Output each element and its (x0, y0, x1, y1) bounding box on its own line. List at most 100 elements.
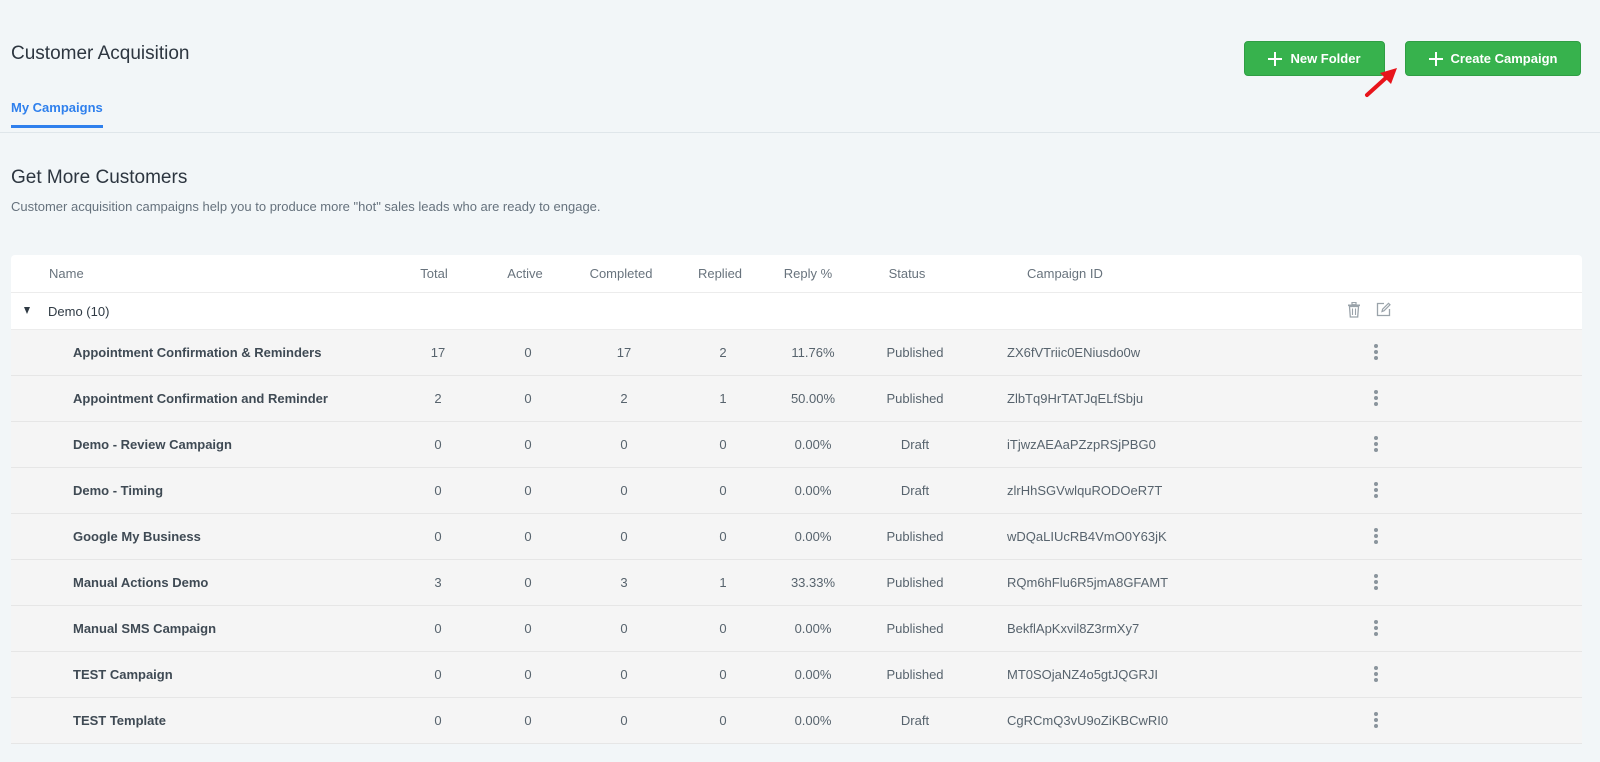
cell-completed: 0 (620, 437, 628, 452)
cell-replied: 1 (719, 391, 727, 406)
table-row[interactable]: Appointment Confirmation and Reminder 2 … (11, 376, 1582, 422)
campaign-name[interactable]: Manual Actions Demo (73, 575, 208, 590)
more-vertical-icon[interactable] (1372, 666, 1380, 684)
cell-status: Published (886, 667, 944, 682)
plus-icon (1428, 51, 1443, 66)
campaign-name[interactable]: TEST Campaign (73, 667, 173, 682)
tab-my-campaigns[interactable]: My Campaigns (11, 100, 103, 128)
cell-replied: 0 (719, 437, 727, 452)
cell-campaign-id: ZlbTq9HrTATJqELfSbju (1007, 391, 1144, 406)
caret-down-icon[interactable] (24, 307, 30, 314)
table-row[interactable]: Google My Business 0 0 0 0 0.00% Publish… (11, 514, 1582, 560)
cell-campaign-id: MT0SOjaNZ4o5gtJQGRJI (1007, 667, 1158, 682)
more-vertical-icon[interactable] (1372, 436, 1380, 454)
section-description: Customer acquisition campaigns help you … (11, 199, 601, 214)
cell-campaign-id: ZX6fVTriic0ENiusdo0w (1007, 345, 1141, 360)
column-header-reply-pct: Reply % (783, 266, 833, 281)
cell-active: 0 (524, 391, 532, 406)
tabs-bar: My Campaigns (0, 90, 1600, 133)
cell-completed: 0 (620, 621, 628, 636)
cell-total: 3 (434, 575, 442, 590)
more-vertical-icon[interactable] (1372, 482, 1380, 500)
column-header-campaign-id: Campaign ID (1027, 266, 1103, 281)
cell-reply-pct: 0.00% (794, 667, 832, 682)
more-vertical-icon[interactable] (1372, 712, 1380, 730)
table-row[interactable]: Demo - Timing 0 0 0 0 0.00% Draft zlrHhS… (11, 468, 1582, 514)
folder-row-demo[interactable]: Demo (10) (11, 293, 1582, 330)
new-folder-label: New Folder (1290, 51, 1361, 66)
campaign-name[interactable]: Google My Business (73, 529, 201, 544)
cell-total: 0 (434, 529, 442, 544)
column-header-completed: Completed (589, 266, 653, 281)
cell-replied: 0 (719, 529, 727, 544)
table-header: Name Total Active Completed Replied Repl… (11, 255, 1582, 293)
cell-status: Published (886, 529, 944, 544)
page-title: Customer Acquisition (11, 43, 190, 64)
campaign-name[interactable]: Appointment Confirmation & Reminders (73, 345, 321, 360)
cell-total: 17 (430, 345, 446, 360)
cell-replied: 0 (719, 483, 727, 498)
cell-reply-pct: 0.00% (794, 713, 832, 728)
cell-active: 0 (524, 437, 532, 452)
more-vertical-icon[interactable] (1372, 390, 1380, 408)
cell-campaign-id: CgRCmQ3vU9oZiKBCwRI0 (1007, 713, 1169, 728)
column-header-replied: Replied (697, 266, 743, 281)
table-row[interactable]: TEST Template 0 0 0 0 0.00% Draft CgRCmQ… (11, 698, 1582, 744)
header-actions: New Folder Create Campaign (1244, 41, 1581, 76)
section-title: Get More Customers (11, 167, 188, 188)
cell-completed: 3 (620, 575, 628, 590)
campaign-name[interactable]: TEST Template (73, 713, 166, 728)
cell-campaign-id: BekflApKxvil8Z3rmXy7 (1007, 621, 1140, 636)
cell-replied: 2 (719, 345, 727, 360)
campaign-name[interactable]: Manual SMS Campaign (73, 621, 216, 636)
cell-active: 0 (524, 575, 532, 590)
campaigns-table: Name Total Active Completed Replied Repl… (11, 255, 1582, 744)
cell-replied: 0 (719, 621, 727, 636)
cell-total: 0 (434, 713, 442, 728)
table-row[interactable]: Appointment Confirmation & Reminders 17 … (11, 330, 1582, 376)
trash-icon[interactable] (1347, 302, 1361, 318)
cell-reply-pct: 11.76% (791, 345, 835, 360)
cell-total: 0 (434, 667, 442, 682)
cell-completed: 0 (620, 713, 628, 728)
cell-reply-pct: 0.00% (794, 621, 832, 636)
cell-active: 0 (524, 483, 532, 498)
create-campaign-button[interactable]: Create Campaign (1405, 41, 1581, 76)
cell-active: 0 (524, 667, 532, 682)
cell-active: 0 (524, 621, 532, 636)
cell-reply-pct: 50.00% (790, 391, 836, 406)
cell-active: 0 (524, 713, 532, 728)
table-row[interactable]: Manual SMS Campaign 0 0 0 0 0.00% Publis… (11, 606, 1582, 652)
cell-reply-pct: 0.00% (794, 529, 832, 544)
column-header-total: Total (420, 266, 448, 281)
more-vertical-icon[interactable] (1372, 620, 1380, 638)
folder-name: Demo (10) (48, 304, 110, 319)
table-row[interactable]: Manual Actions Demo 3 0 3 1 33.33% Publi… (11, 560, 1582, 606)
cell-status: Draft (900, 483, 930, 498)
cell-completed: 0 (620, 667, 628, 682)
campaign-name[interactable]: Demo - Review Campaign (73, 437, 232, 452)
table-row[interactable]: Demo - Review Campaign 0 0 0 0 0.00% Dra… (11, 422, 1582, 468)
cell-reply-pct: 0.00% (794, 483, 832, 498)
table-body: Appointment Confirmation & Reminders 17 … (11, 330, 1582, 744)
cell-reply-pct: 0.00% (794, 437, 832, 452)
campaign-name[interactable]: Appointment Confirmation and Reminder (73, 391, 328, 406)
more-vertical-icon[interactable] (1372, 528, 1380, 546)
cell-reply-pct: 33.33% (790, 575, 836, 590)
cell-replied: 1 (719, 575, 727, 590)
cell-replied: 0 (719, 667, 727, 682)
cell-status: Published (886, 391, 944, 406)
more-vertical-icon[interactable] (1372, 344, 1380, 362)
campaign-name[interactable]: Demo - Timing (73, 483, 163, 498)
cell-total: 0 (434, 483, 442, 498)
more-vertical-icon[interactable] (1372, 574, 1380, 592)
table-row[interactable]: TEST Campaign 0 0 0 0 0.00% Published MT… (11, 652, 1582, 698)
cell-active: 0 (524, 345, 532, 360)
cell-campaign-id: wDQaLIUcRB4VmO0Y63jK (1007, 529, 1167, 544)
cell-campaign-id: RQm6hFlu6R5jmA8GFAMT (1007, 575, 1169, 590)
cell-status: Draft (900, 713, 930, 728)
cell-total: 0 (434, 621, 442, 636)
cell-status: Draft (900, 437, 930, 452)
column-header-active: Active (507, 266, 543, 281)
edit-icon[interactable] (1376, 302, 1391, 317)
